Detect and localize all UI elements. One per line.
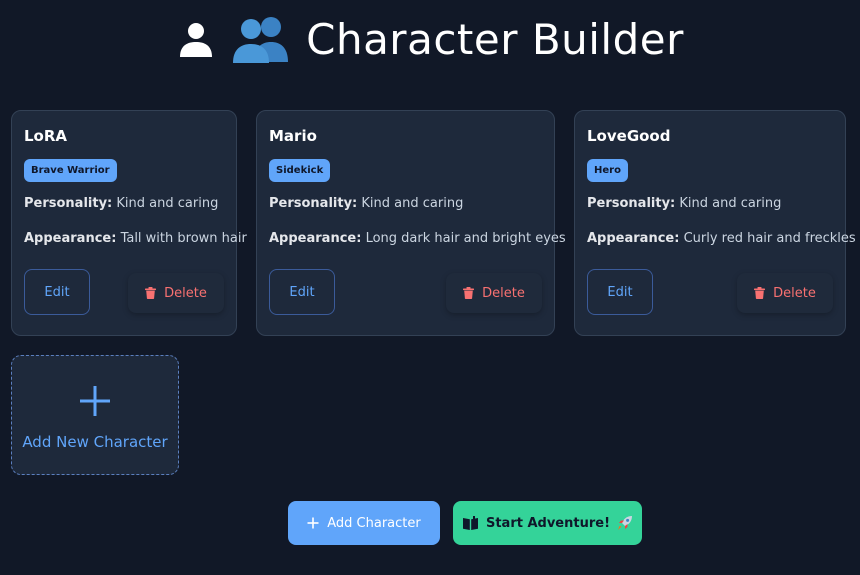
add-character-button[interactable]: Add Character <box>288 501 440 545</box>
delete-button[interactable]: Delete <box>737 273 833 313</box>
personality-label: Personality: <box>269 196 358 211</box>
delete-label: Delete <box>482 285 525 301</box>
add-new-character-tile[interactable]: Add New Character <box>11 355 179 475</box>
character-name: LoRA <box>24 127 68 145</box>
personality-label: Personality: <box>587 196 676 211</box>
card-actions: Edit Delete <box>269 269 542 315</box>
person-icon <box>180 23 213 57</box>
book-icon <box>462 515 478 530</box>
character-name: Mario <box>269 127 317 145</box>
personality-row: Personality: Kind and caring <box>24 196 224 211</box>
start-adventure-button[interactable]: Start Adventure! <box>453 501 642 545</box>
appearance-value: Curly red hair and freckles <box>683 231 856 246</box>
plus-icon <box>307 517 319 529</box>
character-card: LoveGood Hero Personality: Kind and cari… <box>574 110 856 336</box>
edit-button[interactable]: Edit <box>269 269 335 315</box>
page-header: Character Builder <box>0 14 860 64</box>
personality-value: Kind and caring <box>679 196 782 211</box>
card-actions: Edit Delete <box>587 269 833 315</box>
trash-icon <box>754 287 766 299</box>
page-title: Character Builder <box>306 14 684 64</box>
role-badge: Brave Warrior <box>24 159 117 182</box>
add-character-label: Add Character <box>327 515 421 531</box>
appearance-label: Appearance: <box>24 231 117 246</box>
delete-button[interactable]: Delete <box>446 273 542 313</box>
personality-row: Personality: Kind and caring <box>269 196 542 211</box>
appearance-row: Appearance: Curly red hair and freckles <box>587 231 856 246</box>
trash-icon <box>463 287 475 299</box>
character-card: Mario Sidekick Personality: Kind and car… <box>256 110 566 336</box>
people-icon <box>233 17 289 63</box>
role-badge: Sidekick <box>269 159 331 182</box>
appearance-value: Tall with brown hair <box>120 231 247 246</box>
personality-value: Kind and caring <box>361 196 464 211</box>
plus-icon <box>80 386 110 416</box>
trash-icon <box>145 287 157 299</box>
appearance-row: Appearance: Tall with brown hair <box>24 231 247 246</box>
personality-value: Kind and caring <box>116 196 219 211</box>
delete-label: Delete <box>773 285 816 301</box>
delete-label: Delete <box>164 285 207 301</box>
role-badge: Hero <box>587 159 628 182</box>
rocket-icon <box>618 516 633 530</box>
edit-button[interactable]: Edit <box>587 269 653 315</box>
start-adventure-label: Start Adventure! <box>485 515 611 531</box>
card-actions: Edit Delete <box>24 269 224 315</box>
appearance-row: Appearance: Long dark hair and bright ey… <box>269 231 566 246</box>
add-new-character-label: Add New Character <box>22 433 168 451</box>
appearance-label: Appearance: <box>587 231 680 246</box>
character-card: LoRA Brave Warrior Personality: Kind and… <box>11 110 247 336</box>
delete-button[interactable]: Delete <box>128 273 224 313</box>
appearance-label: Appearance: <box>269 231 362 246</box>
personality-row: Personality: Kind and caring <box>587 196 833 211</box>
appearance-value: Long dark hair and bright eyes <box>365 231 566 246</box>
character-builder-page: Character Builder LoRA Brave Warrior Per… <box>0 0 860 575</box>
personality-label: Personality: <box>24 196 113 211</box>
edit-button[interactable]: Edit <box>24 269 90 315</box>
character-name: LoveGood <box>587 127 671 145</box>
